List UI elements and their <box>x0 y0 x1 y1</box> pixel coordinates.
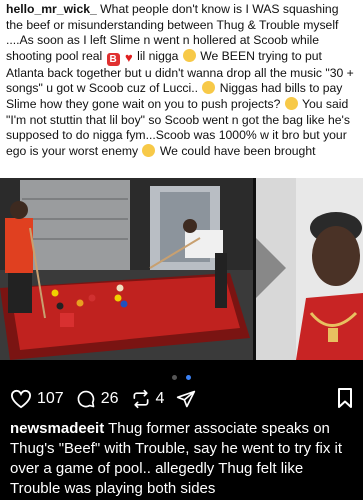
comment-icon <box>77 390 95 408</box>
screenshot-caption-text: hello_mr_wick_ What people don't know is… <box>0 0 363 178</box>
caption-username[interactable]: newsmadeeit <box>10 420 104 437</box>
thinking-emoji-icon <box>182 48 196 62</box>
like-button[interactable]: 107 <box>10 389 64 409</box>
heart-emoji-icon: ♥ <box>125 49 133 65</box>
b-emoji-icon: B <box>106 52 120 66</box>
heart-icon <box>10 389 32 409</box>
send-icon <box>177 390 196 408</box>
post-caption: newsmadeeit Thug former associate speaks… <box>10 419 355 499</box>
carousel-indicator <box>0 367 363 385</box>
carousel-dot-1 <box>172 375 178 380</box>
sad-emoji-icon <box>142 143 156 157</box>
caption-text-6: We could have been brought <box>159 143 316 158</box>
like-count: 107 <box>37 390 64 407</box>
portrait-photo <box>256 178 363 360</box>
action-bar: 107 26 4 <box>10 386 213 412</box>
post: hello_mr_wick_ What people don't know is… <box>0 0 363 500</box>
comment-count: 26 <box>100 390 119 407</box>
repost-icon <box>133 389 148 409</box>
repost-button[interactable]: 4 <box>131 389 165 409</box>
grimace-emoji-icon <box>202 81 216 95</box>
repost-count: 4 <box>155 390 165 407</box>
screenshot-username: hello_mr_wick_ <box>6 2 97 16</box>
pool-table-photo <box>0 178 253 360</box>
thinking-emoji-icon <box>284 96 298 110</box>
share-button[interactable] <box>176 389 201 409</box>
caption-text-2: lil nigga <box>137 48 179 63</box>
bookmark-button[interactable] <box>337 388 353 413</box>
comment-button[interactable]: 26 <box>76 389 119 409</box>
photo-collage[interactable] <box>0 178 363 360</box>
carousel-dot-2 <box>185 375 191 380</box>
bookmark-icon <box>338 388 352 408</box>
